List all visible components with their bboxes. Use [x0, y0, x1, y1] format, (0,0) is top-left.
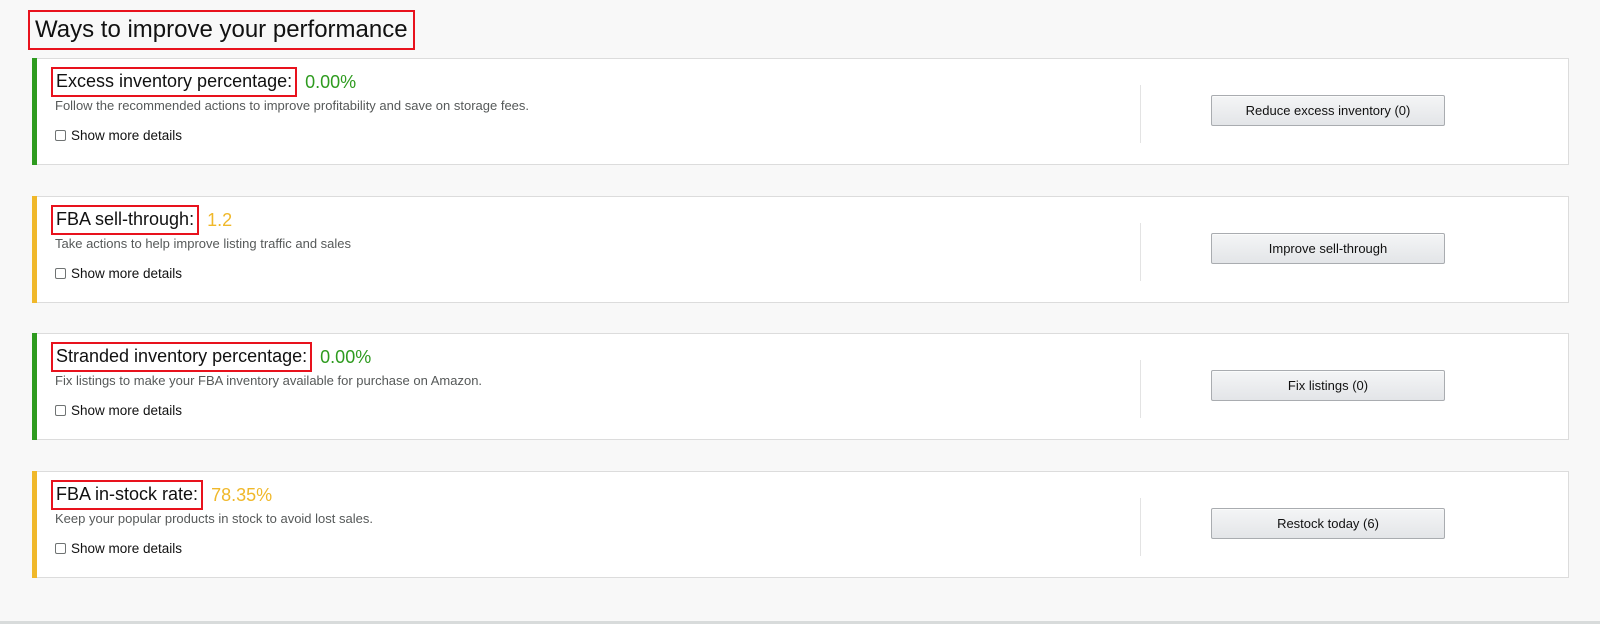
status-accent-bar — [32, 58, 37, 165]
show-more-details-checkbox[interactable] — [55, 405, 66, 416]
in-stock-rate-card: FBA in-stock rate: 78.35% Keep your popu… — [32, 471, 1569, 578]
show-more-details-label[interactable]: Show more details — [71, 541, 182, 556]
show-more-details-toggle[interactable]: Show more details — [55, 541, 182, 556]
card-description: Take actions to help improve listing tra… — [55, 236, 352, 251]
card-description: Keep your popular products in stock to a… — [55, 511, 373, 526]
status-accent-bar — [32, 196, 37, 303]
show-more-details-checkbox[interactable] — [55, 543, 66, 554]
sell-through-card: FBA sell-through: 1.2 Take actions to he… — [32, 196, 1569, 303]
show-more-details-toggle[interactable]: Show more details — [55, 403, 182, 418]
stranded-inventory-card: Stranded inventory percentage: 0.00% Fix… — [32, 333, 1569, 440]
card-divider — [1140, 498, 1141, 556]
fix-listings-button[interactable]: Fix listings (0) — [1211, 370, 1445, 401]
card-description: Follow the recommended actions to improv… — [55, 98, 530, 113]
card-metric-value: 78.35% — [211, 484, 273, 505]
card-divider — [1140, 85, 1141, 143]
card-metric-value: 0.00% — [305, 71, 357, 92]
performance-page: Ways to improve your performance Excess … — [0, 0, 1600, 624]
card-heading-row: FBA in-stock rate: 78.35% — [51, 480, 272, 510]
restock-today-button[interactable]: Restock today (6) — [1211, 508, 1445, 539]
page-title: Ways to improve your performance — [28, 10, 415, 50]
card-divider — [1140, 360, 1141, 418]
show-more-details-checkbox[interactable] — [55, 130, 66, 141]
excess-inventory-card: Excess inventory percentage: 0.00% Follo… — [32, 58, 1569, 165]
show-more-details-label[interactable]: Show more details — [71, 266, 182, 281]
card-heading-row: Stranded inventory percentage: 0.00% — [51, 342, 371, 372]
card-heading: Stranded inventory percentage: — [51, 342, 313, 372]
improve-sell-through-button[interactable]: Improve sell-through — [1211, 233, 1445, 264]
card-metric-value: 1.2 — [207, 209, 233, 230]
card-heading: FBA in-stock rate: — [51, 480, 204, 510]
card-heading-row: Excess inventory percentage: 0.00% — [51, 67, 356, 97]
card-description: Fix listings to make your FBA inventory … — [55, 373, 483, 388]
card-heading: Excess inventory percentage: — [51, 67, 298, 97]
card-heading-row: FBA sell-through: 1.2 — [51, 205, 232, 235]
show-more-details-toggle[interactable]: Show more details — [55, 266, 182, 281]
status-accent-bar — [32, 333, 37, 440]
status-accent-bar — [32, 471, 37, 578]
reduce-excess-inventory-button[interactable]: Reduce excess inventory (0) — [1211, 95, 1445, 126]
card-metric-value: 0.00% — [320, 346, 372, 367]
card-heading: FBA sell-through: — [51, 205, 200, 235]
show-more-details-toggle[interactable]: Show more details — [55, 128, 182, 143]
show-more-details-label[interactable]: Show more details — [71, 128, 182, 143]
show-more-details-label[interactable]: Show more details — [71, 403, 182, 418]
show-more-details-checkbox[interactable] — [55, 268, 66, 279]
card-divider — [1140, 223, 1141, 281]
